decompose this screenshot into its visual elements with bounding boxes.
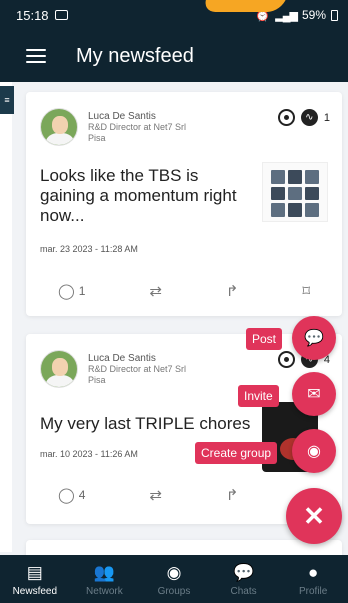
post-date: mar. 23 2023 - 11:28 AM (40, 244, 138, 254)
post-image[interactable] (262, 162, 328, 222)
repost-icon: ⇄ (149, 283, 162, 300)
close-fab-button[interactable]: ✕ (286, 488, 342, 544)
nav-label: Network (86, 585, 123, 597)
bottom-navigation: ▤ Newsfeed 👥 Network ◉ Groups 💬 Chats ● … (0, 555, 348, 603)
post-fab-label[interactable]: Post (246, 328, 283, 350)
bookmark-icon: ⌑ (302, 283, 311, 300)
bookmark-button[interactable]: ⌑ (302, 282, 310, 300)
repost-button[interactable]: ⇄ (149, 282, 162, 300)
group-icon: ◉ (307, 443, 321, 460)
target-icon (277, 109, 295, 126)
signal-icon: ▂▄▆ (275, 9, 298, 22)
author-role: R&D Director at Net7 Srl (88, 121, 187, 132)
author-location: Pisa (88, 374, 106, 385)
create-group-fab-button[interactable]: ◉ (292, 429, 336, 473)
nav-newsfeed[interactable]: ▤ Newsfeed (6, 562, 64, 597)
close-icon: ✕ (303, 500, 325, 531)
invite-fab-label[interactable]: Invite (238, 385, 279, 407)
share-icon: ↱ (225, 283, 239, 300)
nav-label: Groups (157, 585, 191, 597)
mail-icon: ✉ (307, 386, 321, 403)
status-time: 15:18 (16, 7, 49, 23)
nav-profile[interactable]: ● Profile (284, 562, 342, 597)
avatar[interactable] (40, 108, 78, 146)
status-bar: 15:18 ⏰ ▂▄▆ 59% (0, 0, 348, 30)
avatar[interactable] (40, 350, 78, 388)
battery-percent: 59% (301, 8, 326, 22)
page-title: My newsfeed (76, 44, 194, 67)
app-header: My newsfeed (0, 30, 348, 82)
nav-label: Newsfeed (12, 585, 58, 597)
nav-groups[interactable]: ◉ Groups (145, 562, 203, 597)
target-icon (277, 351, 295, 368)
network-icon: 👥 (93, 562, 115, 582)
comment-button[interactable]: ◯ 4 (58, 486, 85, 504)
post-card[interactable]: Luca De Santis R&D Director at Net7 Srl … (26, 92, 342, 316)
battery-icon (331, 9, 338, 21)
share-icon: ↱ (225, 487, 239, 504)
post-actions: ◯ 1 ⇄ ↱ ⌑ (26, 282, 342, 300)
post-date: mar. 10 2023 - 11:26 AM (40, 449, 138, 459)
groups-icon: ◉ (166, 562, 182, 582)
repost-button[interactable]: ⇄ (149, 486, 162, 504)
repost-icon: ⇄ (149, 487, 162, 504)
menu-icon[interactable] (26, 49, 46, 63)
app-screen: 15:18 ⏰ ▂▄▆ 59% My newsfeed ≡ Luca De Sa… (0, 0, 348, 603)
post-author[interactable]: Luca De Santis R&D Director at Net7 Srl … (40, 350, 186, 388)
post-author[interactable]: Luca De Santis R&D Director at Net7 Srl … (40, 108, 186, 146)
comment-button[interactable]: ◯ 1 (58, 282, 85, 300)
badge-count: 1 (323, 111, 330, 124)
author-role: R&D Director at Net7 Srl (88, 363, 187, 374)
create-group-fab-label[interactable]: Create group (195, 442, 278, 464)
nav-label: Profile (298, 585, 328, 597)
comment-count: 1 (78, 284, 86, 298)
post-text[interactable]: Looks like the TBS is gaining a momentum… (40, 166, 240, 226)
share-button[interactable]: ↱ (226, 282, 239, 300)
profile-icon: ● (308, 562, 319, 582)
post-badges: ∿ 1 (277, 109, 330, 126)
comment-count: 4 (78, 488, 86, 502)
author-name[interactable]: Luca De Santis (88, 353, 186, 364)
chats-icon: 💬 (232, 562, 255, 582)
author-name[interactable]: Luca De Santis (88, 111, 186, 122)
nav-label: Chats (230, 585, 257, 597)
newsfeed-icon: ▤ (26, 562, 43, 582)
nav-network[interactable]: 👥 Network (75, 562, 133, 597)
gallery-notification-icon (54, 10, 68, 20)
post-fab-button[interactable]: 💬 (292, 316, 336, 360)
invite-fab-button[interactable]: ✉ (292, 372, 336, 416)
side-drawer-edge (0, 82, 12, 552)
side-drawer-handle[interactable]: ≡ (0, 86, 14, 114)
comment-icon: ◯ (57, 283, 75, 300)
activity-icon: ∿ (300, 109, 318, 126)
chat-bubble-icon: 💬 (304, 330, 324, 347)
nav-chats[interactable]: 💬 Chats (215, 562, 273, 597)
comment-icon: ◯ (57, 487, 75, 504)
share-button[interactable]: ↱ (226, 486, 239, 504)
author-location: Pisa (88, 132, 106, 143)
post-text[interactable]: My very last TRIPLE chores (40, 414, 280, 434)
